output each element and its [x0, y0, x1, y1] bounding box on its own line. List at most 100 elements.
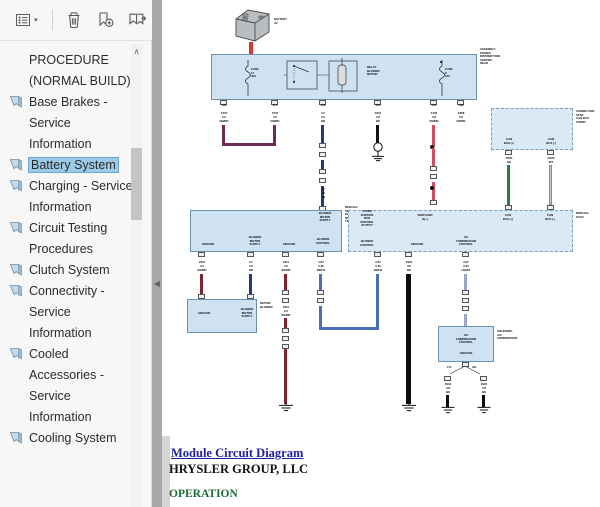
new-bookmark-icon — [99, 12, 114, 27]
bookmark-options-button[interactable]: ▾ — [8, 6, 46, 34]
battery-label: BATTERY A2 — [274, 17, 287, 25]
fuse-8-label: FUSE 8 10A — [445, 67, 453, 78]
splice-pin-c7-a — [319, 143, 326, 148]
bookmark-item-clutch-system[interactable]: Clutch System — [0, 260, 152, 281]
wire-c94-color-a: DB/LB — [316, 268, 326, 272]
can-minus-pin-label-top: CAN BUS (-) — [546, 137, 556, 145]
wire-c27-color: LB/WT — [461, 268, 471, 272]
splice-pin-c27-a — [462, 290, 469, 295]
wire-z911-color-b: BK/RD — [281, 268, 291, 272]
wire-z901-segment — [376, 125, 380, 143]
pane-splitter[interactable]: ◀ — [152, 0, 162, 507]
bookmark-scrollbar[interactable]: ∧ — [131, 44, 142, 507]
bookmark-item-label: Cooling System — [29, 431, 117, 445]
wire-z901-color-b: BK — [406, 268, 412, 272]
bookmark-list[interactable]: PROCEDURE (NORMAL BUILD) Base Brakes - S… — [0, 41, 152, 507]
wire-c94-segment-a — [319, 274, 323, 290]
operation-heading: OPERATION — [169, 488, 238, 500]
bookmark-item-battery-system[interactable]: Battery System — [0, 155, 152, 176]
hvac-out-pin-ground — [405, 252, 412, 257]
wire-12b-cavity: 12B — [221, 103, 227, 107]
scrollbar-thumb[interactable] — [131, 148, 142, 220]
bookmark-icon — [9, 284, 22, 297]
collapse-pane-arrow-icon[interactable]: ◀ — [153, 276, 161, 290]
wire-11a-cavity: 11A — [272, 103, 278, 107]
hvac-pin-can-plus — [505, 205, 512, 210]
power-module-out-pin-ground-b — [282, 252, 289, 257]
wire-z911-segment-b2 — [284, 318, 288, 328]
can-plus-pin-label-top: CAN BUS (+) — [503, 137, 515, 145]
bookmark-item-cooling-system[interactable]: Cooling System — [0, 428, 152, 449]
bookmark-item-charging[interactable]: Charging - Service Information — [0, 176, 152, 218]
bookmark-icon — [9, 431, 22, 444]
ground-symbol-icon — [477, 405, 491, 414]
hvac-module-label: MODULE- HVAC — [576, 211, 590, 219]
ground-branch-17l-label: 17L — [447, 365, 452, 369]
splice-pin-c27-b — [462, 298, 469, 303]
scroll-up-arrow-icon[interactable]: ∧ — [131, 44, 142, 58]
splice-pin-c94-b — [317, 298, 324, 303]
wire-c7-color: DB — [320, 119, 326, 123]
ground-pin-24l — [480, 376, 487, 381]
solenoid-pin-ground: GROUND — [459, 351, 473, 355]
bookmark-icon — [9, 179, 22, 192]
wire-c7-segment-2 — [321, 160, 325, 169]
document-viewport[interactable]: BATTERY A2 ASSEMBLY- POWER DISTRIBUTION … — [162, 0, 600, 507]
splice-pin-c7-d — [319, 178, 326, 183]
copyright-text: HRYSLER GROUP, LLC — [169, 462, 309, 476]
bookmark-item-label: Battery System — [28, 157, 119, 173]
power-module-out-pin-supply — [247, 252, 254, 257]
expand-bookmarks-button[interactable] — [122, 6, 152, 34]
motor-blower-in-pin-ground — [198, 294, 205, 299]
ground-branch-24l-label: 24L — [472, 365, 477, 369]
wire-d160-wt-segment — [549, 165, 553, 205]
wire-f105-segment-1 — [432, 125, 436, 147]
wire-c94-jumper — [319, 327, 379, 331]
junction-dot-f105-b — [430, 186, 434, 190]
wire-c27-segment-a — [464, 274, 468, 290]
wire-f105-color: RD/DB — [429, 119, 439, 123]
ground-pin-17l — [444, 376, 451, 381]
bookmark-icon — [9, 263, 22, 276]
bookmark-item-circuit-testing[interactable]: Circuit Testing Procedures — [0, 218, 152, 260]
wire-d160-dg-color: DG — [506, 160, 512, 164]
hvac-pin-can-minus: CAN BUS (-) — [545, 213, 555, 221]
bookmark-item-base-brakes[interactable]: Base Brakes - Service Information — [0, 92, 152, 155]
module-circuit-diagram-link[interactable]: Module Circuit Diagram — [171, 446, 303, 461]
wire-f105-segment-2 — [432, 148, 436, 166]
bookmark-item-cooled-accessories[interactable]: Cooled Accessories - Service Information — [0, 344, 152, 428]
wire-z911-segment-a — [200, 274, 204, 294]
wire-11d-cavity: 11D — [375, 103, 381, 107]
bookmark-item-label: Circuit Testing Procedures — [29, 221, 108, 256]
bookmark-item-connectivity[interactable]: Connectivity - Service Information — [0, 281, 152, 344]
splice-pin-c94-a — [317, 290, 324, 295]
wire-a707-jumper — [222, 143, 277, 147]
splice-pin-c27-c — [462, 306, 469, 311]
star-connector-label: CONNECTOR- STAR CAN BUS FRONT — [576, 109, 596, 124]
bookmark-item-label: Clutch System — [29, 263, 110, 277]
wire-10b-cavity: 10B — [458, 103, 464, 107]
splice-pin-z911-a — [282, 290, 289, 295]
wire-z902-color-b: BK — [481, 390, 487, 394]
bookmark-toolbar: ▾ — [0, 0, 152, 41]
bookmark-heading: PROCEDURE (NORMAL BUILD) — [29, 53, 131, 88]
new-bookmark-button[interactable] — [90, 6, 120, 34]
wire-10c-cavity: 10C — [431, 103, 437, 107]
trash-icon — [68, 12, 80, 29]
splice-pin-f105-b — [430, 174, 437, 179]
wire-z901-color: BK — [375, 119, 381, 123]
wire-a707-color-2: DB/RD — [270, 119, 280, 123]
hvac-pin-ground: GROUND — [410, 242, 424, 246]
bookmark-pane: ▾ PROCEDURE (NORMAL BUILD) Base Brakes -… — [0, 0, 152, 507]
wire-z911-color-c: BK/RD — [281, 313, 291, 317]
hvac-pin-switched-b: SWITCHED B(+) — [417, 213, 433, 221]
wire-c7-segment-1 — [321, 125, 325, 143]
wire-z901-segment-b — [406, 274, 411, 404]
splice-pin-c7-c — [319, 169, 326, 174]
bookmark-item-label: Cooled Accessories - Service Information — [29, 347, 105, 424]
splice-pin-z911-d — [282, 336, 289, 341]
wire-z911-segment-b3 — [284, 344, 288, 404]
battery-symbol-icon — [235, 9, 270, 42]
delete-bookmark-button[interactable] — [59, 6, 89, 34]
bookmark-item-label: Connectivity - Service Information — [29, 284, 105, 340]
